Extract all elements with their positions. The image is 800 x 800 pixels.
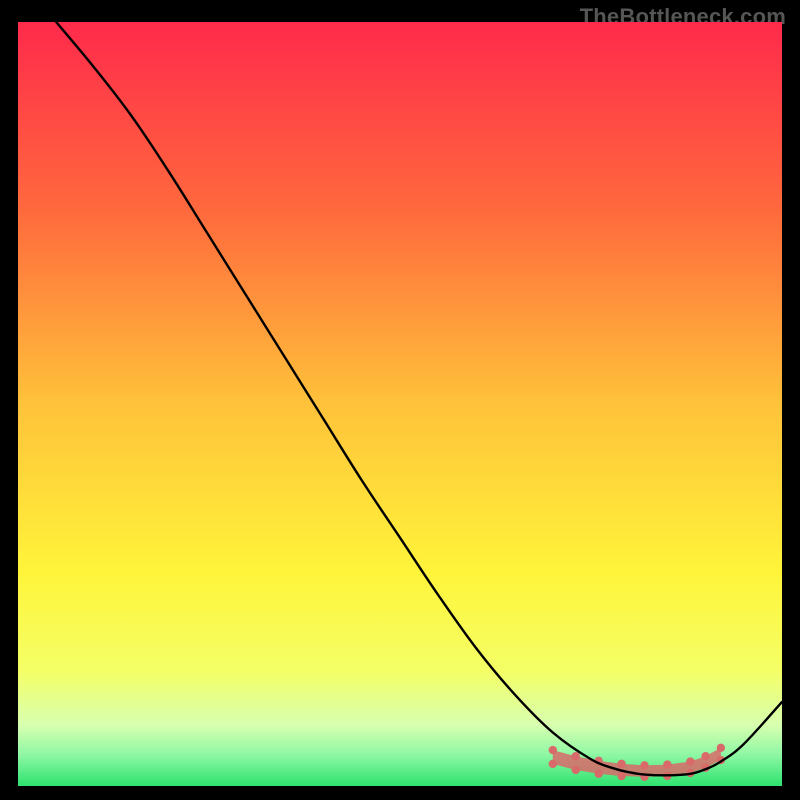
band-dot	[717, 744, 725, 752]
gradient-background	[18, 22, 782, 786]
band-dot	[617, 772, 625, 780]
band-dot	[572, 752, 580, 760]
band-dot	[701, 752, 709, 760]
chart-svg	[18, 22, 782, 786]
band-dot	[640, 761, 648, 769]
band-dot	[686, 757, 694, 765]
chart-frame: TheBottleneck.com	[0, 0, 800, 800]
band-dot	[663, 760, 671, 768]
band-dot	[617, 760, 625, 768]
plot-area	[18, 22, 782, 786]
band-dot	[549, 746, 557, 754]
band-dot	[594, 770, 602, 778]
band-dot	[572, 766, 580, 774]
band-dot	[549, 760, 557, 768]
